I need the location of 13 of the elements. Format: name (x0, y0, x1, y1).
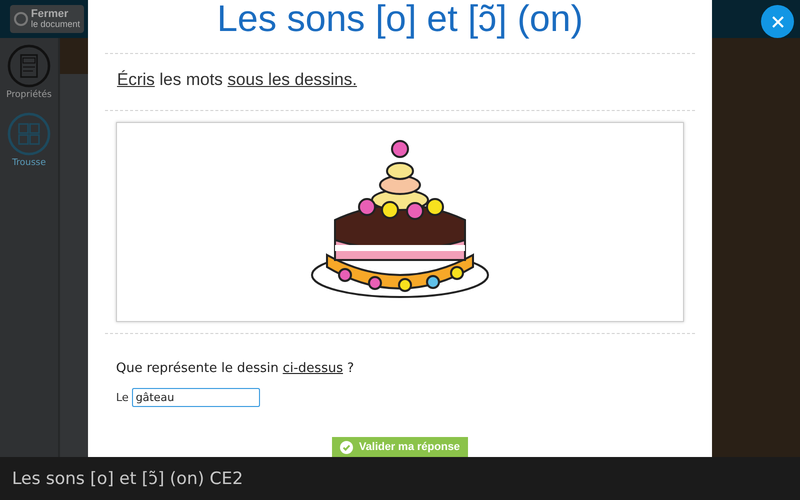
question-text: Que représente le dessin ci-dessus ? (116, 361, 356, 376)
instruction-text: Écris les mots sous les dessins. (117, 70, 358, 90)
document-title: Les sons [o] et [ɔ̃] (on) CE2 (12, 468, 244, 488)
answer-field[interactable]: gâteau (132, 388, 260, 407)
document-icon (6, 44, 51, 88)
answer-prefix: Le (116, 391, 129, 404)
toolkit-icon (7, 112, 51, 156)
sidebar-item[interactable]: Trousse (7, 112, 51, 168)
close-icon (772, 16, 784, 28)
sidebar-item[interactable]: Propriétés (6, 44, 52, 100)
check-icon (340, 440, 354, 454)
close-document-button[interactable]: Fermer le document (10, 5, 84, 33)
exercise-title: Les sons [o] et [ɔ̃] (on) (216, 0, 584, 41)
